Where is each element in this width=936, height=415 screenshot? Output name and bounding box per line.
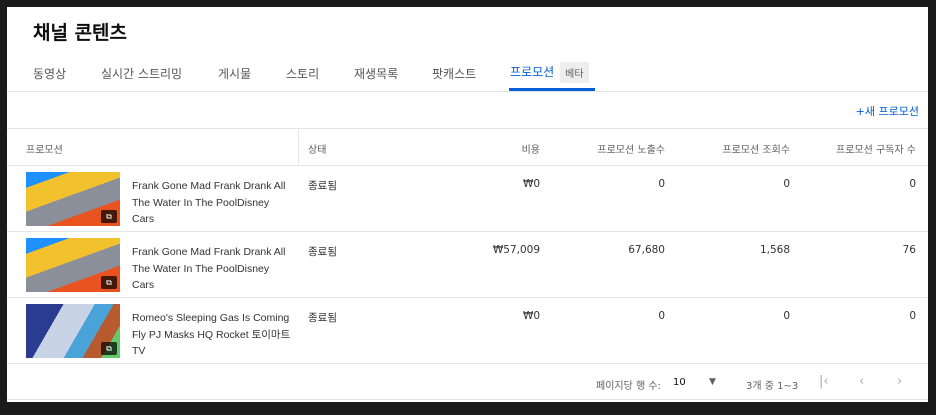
tab-bar: 동영상 실시간 스트리밍 게시물 스토리 재생목록 팟캐스트 프로모션 베타 (7, 57, 928, 92)
table-row[interactable]: ⧉ Frank Gone Mad Frank Drank All The Wat… (7, 166, 928, 232)
video-title[interactable]: Frank Gone Mad Frank Drank All The Water… (132, 244, 292, 294)
table-row[interactable]: ⧉ Romeo's Sleeping Gas Is Coming Fly PJ … (7, 298, 928, 364)
col-subscribers[interactable]: 프로모션 구독자 수 (836, 141, 916, 156)
col-status[interactable]: 상태 (308, 141, 326, 156)
shorts-icon: ⧉ (101, 210, 117, 223)
status: 종료됨 (308, 180, 337, 192)
first-page-icon[interactable]: |‹ (819, 374, 829, 389)
col-promotion[interactable]: 프로모션 (26, 141, 63, 156)
status: 종료됨 (308, 312, 337, 324)
cost: ₩0 (522, 310, 540, 322)
impressions: 0 (658, 310, 665, 322)
impressions: 67,680 (628, 244, 665, 256)
views: 1,568 (759, 244, 790, 256)
views: 0 (783, 178, 790, 190)
tab-promotions[interactable]: 프로모션 베타 (510, 62, 589, 83)
beta-badge: 베타 (560, 62, 589, 83)
video-thumbnail[interactable]: ⧉ (26, 172, 120, 226)
page-title: 채널 콘텐츠 (33, 22, 128, 44)
subscribers: 0 (909, 310, 916, 322)
shorts-icon: ⧉ (101, 276, 117, 289)
next-page-icon[interactable]: › (897, 374, 902, 389)
tab-videos[interactable]: 동영상 (33, 65, 66, 82)
shorts-icon: ⧉ (101, 342, 117, 355)
page: 채널 콘텐츠 동영상 실시간 스트리밍 게시물 스토리 재생목록 팟캐스트 프로… (7, 7, 928, 402)
table-row[interactable]: ⧉ Frank Gone Mad Frank Drank All The Wat… (7, 232, 928, 298)
rows-per-page-select[interactable]: 10 (673, 377, 686, 388)
subscribers: 0 (909, 178, 916, 190)
col-views[interactable]: 프로모션 조회수 (722, 141, 790, 156)
subscribers: 76 (902, 244, 916, 256)
page-range: 3개 중 1~3 (746, 381, 799, 392)
table-header: 프로모션 상태 비용 프로모션 노출수 프로모션 조회수 프로모션 구독자 수 (7, 128, 928, 166)
rows-per-page-label: 페이지당 행 수: (596, 381, 661, 392)
tab-podcasts[interactable]: 팟캐스트 (432, 65, 476, 82)
cost: ₩57,009 (492, 244, 540, 256)
col-impressions[interactable]: 프로모션 노출수 (597, 141, 665, 156)
impressions: 0 (658, 178, 665, 190)
active-tab-indicator (509, 88, 595, 91)
video-thumbnail[interactable]: ⧉ (26, 238, 120, 292)
status: 종료됨 (308, 246, 337, 258)
tab-promotions-label: 프로모션 (510, 65, 555, 79)
column-divider (298, 129, 299, 166)
tab-stories[interactable]: 스토리 (286, 65, 319, 82)
video-thumbnail[interactable]: ⧉ (26, 304, 120, 358)
tab-posts[interactable]: 게시물 (218, 65, 251, 82)
video-title[interactable]: Frank Gone Mad Frank Drank All The Water… (132, 178, 292, 228)
pagination: 페이지당 행 수: 10 ▼ 3개 중 1~3 |‹ ‹ › (7, 365, 928, 400)
tab-live[interactable]: 실시간 스트리밍 (101, 65, 182, 82)
prev-page-icon[interactable]: ‹ (859, 374, 864, 389)
cost: ₩0 (522, 178, 540, 190)
video-title[interactable]: Romeo's Sleeping Gas Is Coming Fly PJ Ma… (132, 310, 292, 360)
dropdown-arrow-icon[interactable]: ▼ (709, 377, 716, 387)
col-cost[interactable]: 비용 (522, 141, 540, 156)
views: 0 (783, 310, 790, 322)
tab-playlists[interactable]: 재생목록 (354, 65, 398, 82)
new-promotion-button[interactable]: +새 프로모션 (856, 103, 919, 119)
